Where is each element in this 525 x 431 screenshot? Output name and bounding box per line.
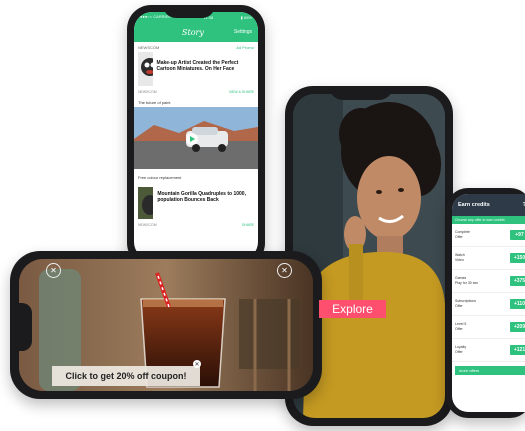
settings-button[interactable]: Settings bbox=[234, 29, 252, 35]
news-title: Make-up Artist Created the Perfect Carto… bbox=[156, 60, 239, 72]
offer-amount[interactable]: +150 bbox=[510, 253, 525, 263]
close-icon[interactable]: ✕ bbox=[46, 263, 61, 278]
news-card[interactable]: Make-up Artist Created the Perfect Carto… bbox=[134, 50, 258, 90]
car-video-thumbnail[interactable] bbox=[134, 107, 258, 169]
close-icon[interactable]: ✕ bbox=[193, 360, 201, 368]
app-title: Story bbox=[182, 27, 204, 37]
credits-title: Earn credits bbox=[458, 202, 490, 208]
phone-notch bbox=[329, 86, 393, 100]
offer-row[interactable]: Subscriptions Offer +110 bbox=[452, 293, 525, 316]
offer-amount[interactable]: +121 bbox=[510, 345, 525, 355]
battery-status: ▮ 88% bbox=[240, 14, 252, 20]
credits-subheader: Choose any offer to earn credits bbox=[452, 216, 525, 224]
close-icon[interactable]: ✕ bbox=[277, 263, 292, 278]
offer-row[interactable]: Loyalty Offer +121 bbox=[452, 339, 525, 362]
credits-header: Earn credits ? bbox=[452, 194, 525, 216]
section-label: The future of paint bbox=[138, 100, 171, 105]
offer-label: Level 5 Offer bbox=[455, 322, 467, 331]
offer-amount[interactable]: +375 bbox=[510, 276, 525, 286]
offer-row[interactable]: Games Play for 30 sec +375 bbox=[452, 270, 525, 293]
ad-phone: ✕ ✕ Click to get 20% off coupon! ✕ bbox=[10, 251, 322, 399]
ad-screen: ✕ ✕ Click to get 20% off coupon! ✕ bbox=[19, 259, 313, 391]
phone-notch bbox=[163, 5, 215, 18]
offer-row[interactable]: Level 5 Offer +209 bbox=[452, 316, 525, 339]
offer-row[interactable]: Watch Video +150 bbox=[452, 247, 525, 270]
offer-amount[interactable]: +97 bbox=[510, 230, 525, 240]
offer-label: Subscriptions Offer bbox=[455, 299, 477, 308]
offer-label: Watch Video bbox=[455, 253, 465, 262]
phone-notch bbox=[19, 303, 32, 351]
offer-label: Loyalty Offer bbox=[455, 345, 467, 354]
offer-amount[interactable]: +110 bbox=[510, 299, 525, 309]
coupon-banner[interactable]: Click to get 20% off coupon! bbox=[52, 366, 200, 386]
meta-source: NEWSCOM bbox=[138, 223, 157, 227]
news-phone: ●●●○○ CARRIER ᯤ 11:38 ▮ 88% Story Settin… bbox=[127, 5, 265, 267]
offer-label: Complete Offer bbox=[455, 230, 470, 239]
share-link[interactable]: VIEW & SHARE bbox=[229, 90, 254, 94]
news-meta: NEWSCOM VIEW & SHARE bbox=[134, 90, 258, 94]
news-thumbnail bbox=[138, 52, 153, 86]
offer-label: Games Play for 30 sec bbox=[455, 276, 479, 285]
ad-promo-label: Ad Promo bbox=[236, 45, 254, 50]
news-meta: NEWSCOM SHARE bbox=[134, 223, 258, 227]
news-nav-bar: Story Settings bbox=[134, 22, 258, 42]
news-source: NEWSCOM bbox=[138, 45, 160, 50]
gorilla-thumbnail bbox=[138, 187, 154, 219]
explore-button[interactable]: Explore bbox=[319, 300, 386, 318]
offer-amount[interactable]: +209 bbox=[510, 322, 525, 332]
section-label: Free colour replacement bbox=[138, 175, 182, 180]
share-link[interactable]: SHARE bbox=[242, 223, 254, 227]
news-title: Mountain Gorilla Quadruples to 1000, pop… bbox=[157, 191, 246, 203]
more-offers-button[interactable]: more offers bbox=[455, 366, 525, 375]
offer-list: Complete Offer +97 Watch Video +150 Games … bbox=[452, 224, 525, 362]
news-screen: ●●●○○ CARRIER ᯤ 11:38 ▮ 88% Story Settin… bbox=[134, 12, 258, 260]
news-card[interactable]: Mountain Gorilla Quadruples to 1000, pop… bbox=[134, 185, 258, 223]
credits-phone: Earn credits ? Choose any offer to earn … bbox=[446, 188, 525, 418]
meta-source: NEWSCOM bbox=[138, 90, 157, 94]
credits-screen: Earn credits ? Choose any offer to earn … bbox=[452, 194, 525, 412]
offer-row[interactable]: Complete Offer +97 bbox=[452, 224, 525, 247]
